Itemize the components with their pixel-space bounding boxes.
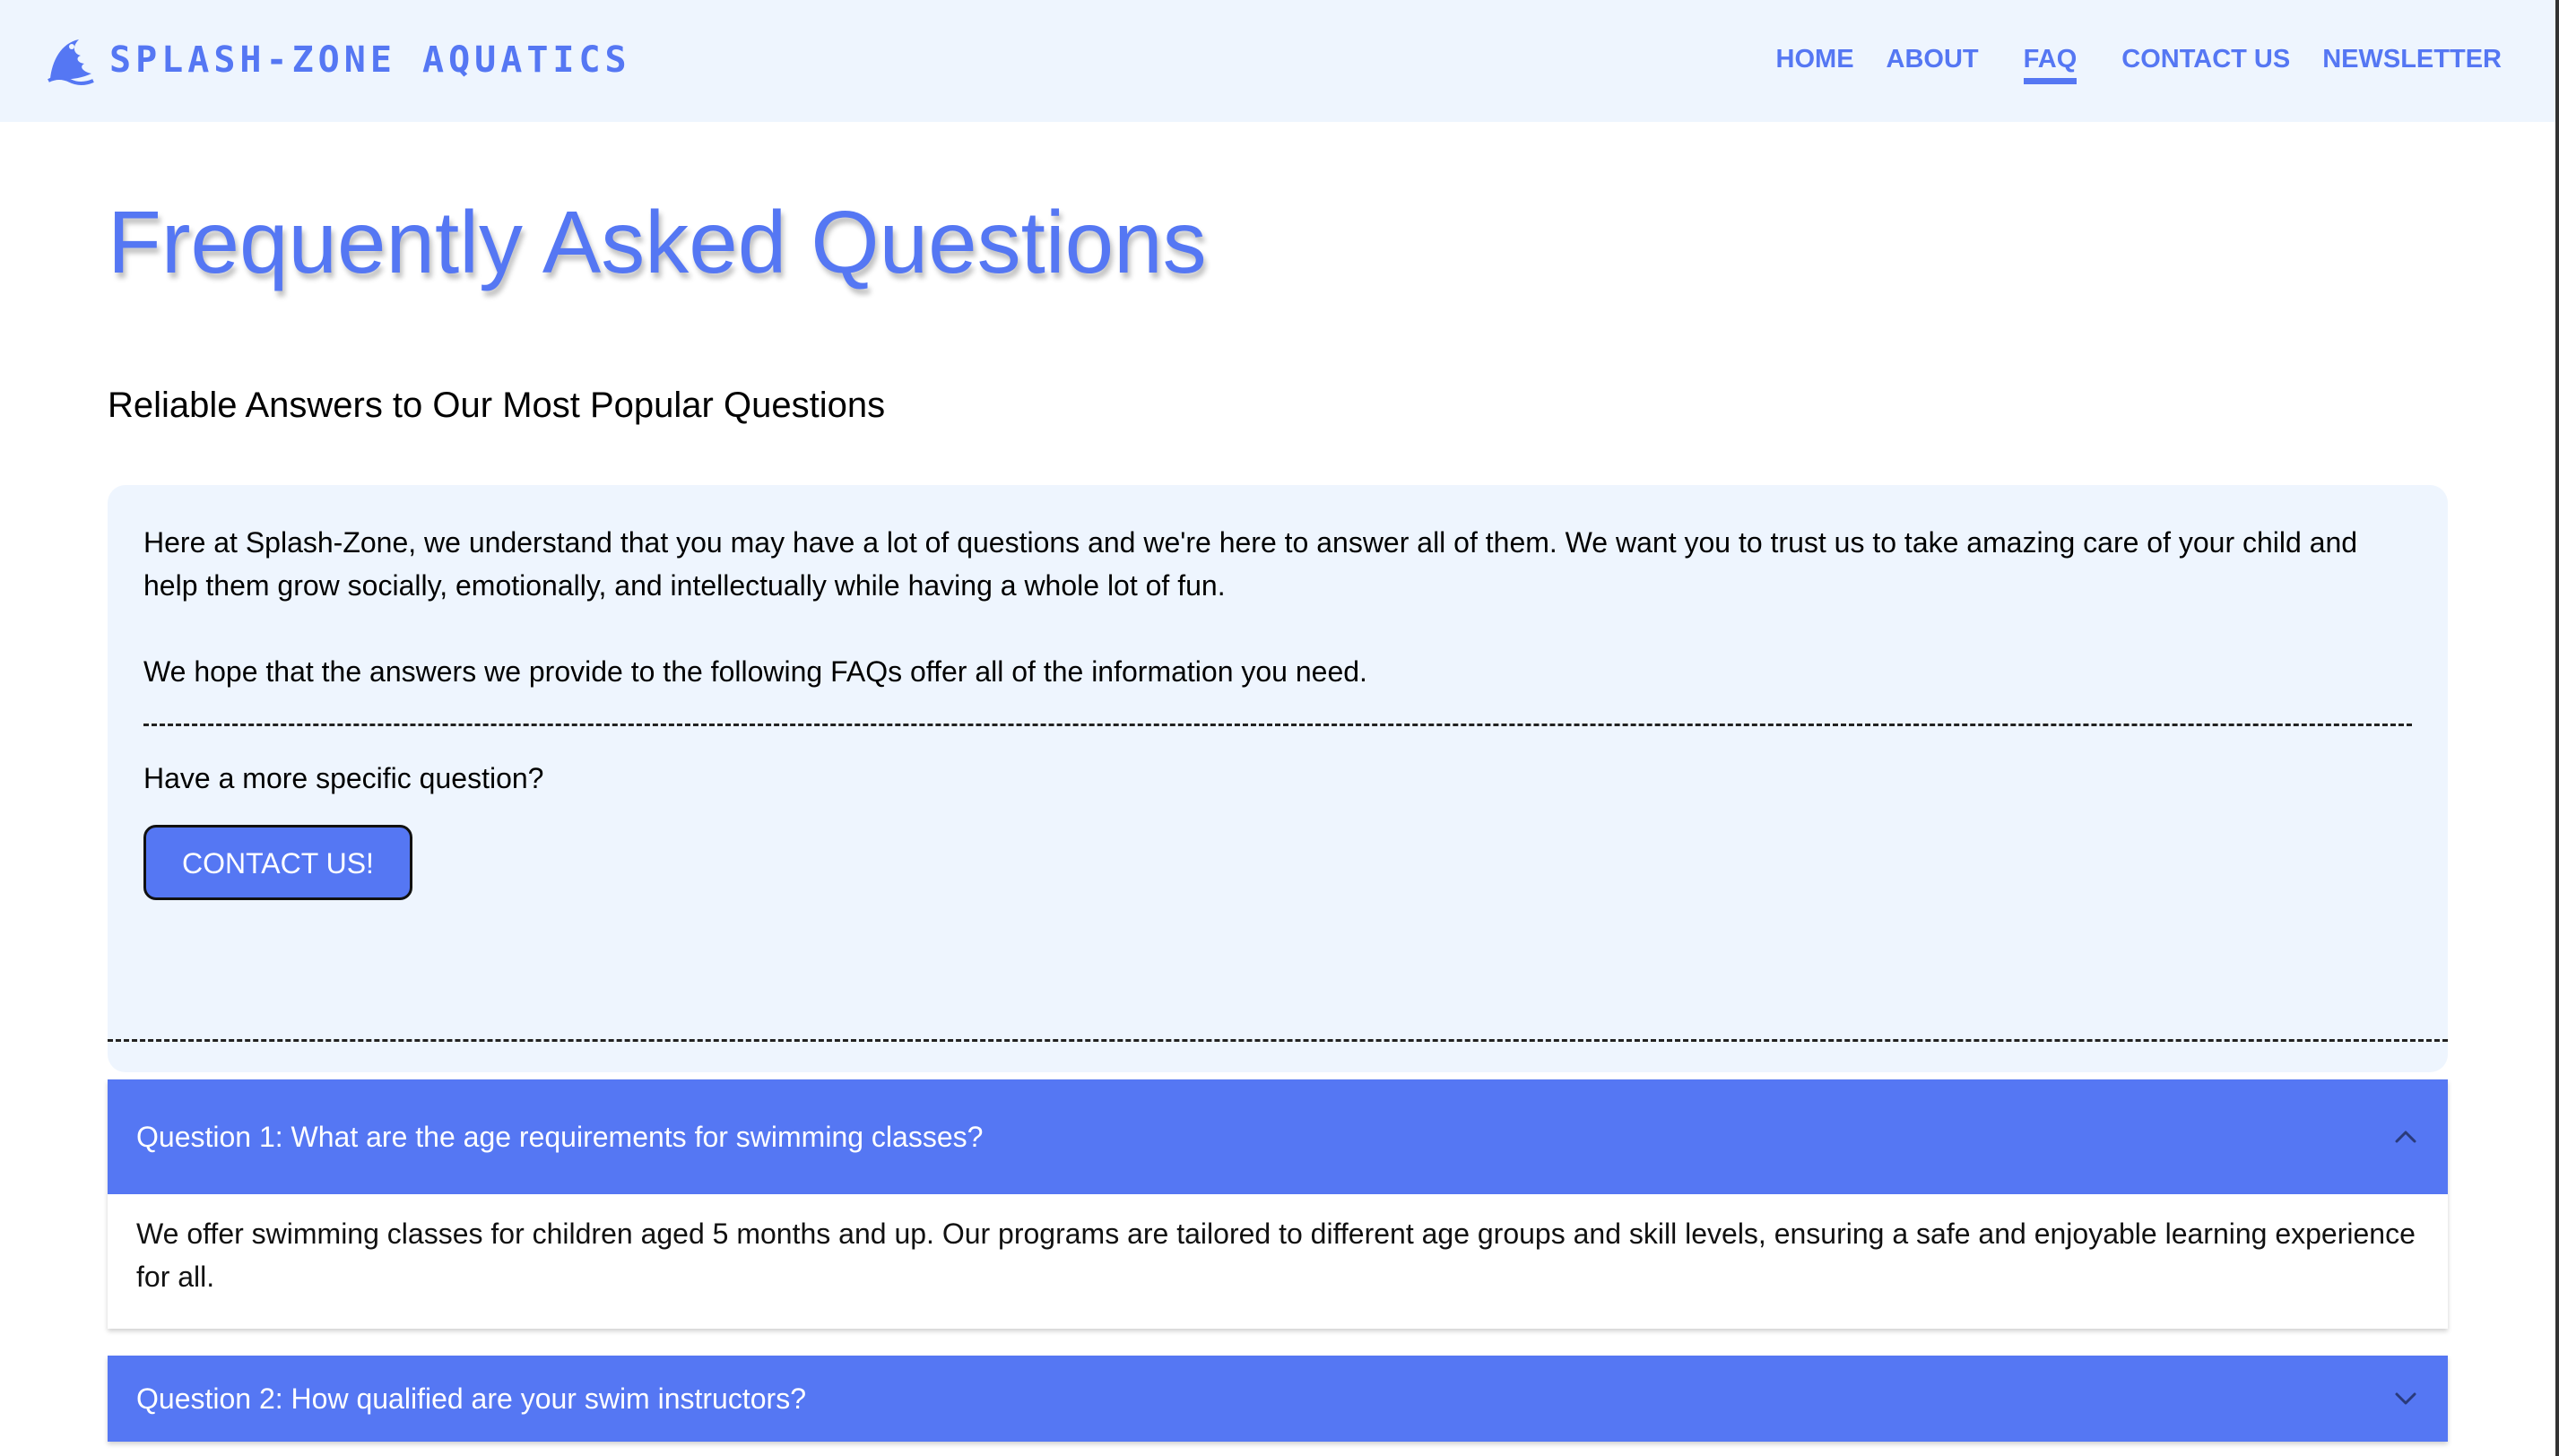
section-divider bbox=[108, 1039, 2448, 1042]
nav-about[interactable]: ABOUT bbox=[1887, 41, 1979, 84]
faq-question: Question 1: What are the age requirement… bbox=[136, 1120, 984, 1153]
main-nav: HOME ABOUT FAQ CONTACT US NEWSLETTER bbox=[1744, 41, 2502, 84]
faq-item: Question 2: How qualified are your swim … bbox=[108, 1356, 2448, 1442]
faq-question: Question 2: How qualified are your swim … bbox=[136, 1382, 806, 1415]
nav-contact-us[interactable]: CONTACT US bbox=[2121, 41, 2290, 84]
contact-us-button[interactable]: CONTACT US! bbox=[143, 825, 412, 900]
nav-faq[interactable]: FAQ bbox=[2023, 41, 2078, 84]
page: SPLASH-ZONE AQUATICS HOME ABOUT FAQ CONT… bbox=[0, 0, 2559, 1456]
site-header: SPLASH-ZONE AQUATICS HOME ABOUT FAQ CONT… bbox=[0, 0, 2555, 122]
faq-question-header[interactable]: Question 1: What are the age requirement… bbox=[108, 1079, 2448, 1194]
page-title: Frequently Asked Questions bbox=[108, 193, 1207, 291]
faq-accordion: Question 1: What are the age requirement… bbox=[108, 1079, 2448, 1456]
nav-newsletter[interactable]: NEWSLETTER bbox=[2322, 41, 2502, 84]
faq-item: Question 1: What are the age requirement… bbox=[108, 1079, 2448, 1329]
intro-paragraph: We hope that the answers we provide to t… bbox=[143, 655, 1367, 688]
scrollbar[interactable] bbox=[2555, 0, 2559, 1456]
intro-card: Here at Splash-Zone, we understand that … bbox=[108, 485, 2448, 1072]
brand[interactable]: SPLASH-ZONE AQUATICS bbox=[45, 34, 631, 86]
divider bbox=[143, 724, 2412, 726]
chevron-up-icon[interactable] bbox=[2392, 1123, 2419, 1150]
brand-name: SPLASH-ZONE AQUATICS bbox=[109, 39, 631, 81]
faq-question-header[interactable]: Question 2: How qualified are your swim … bbox=[108, 1356, 2448, 1442]
question-prompt: Have a more specific question? bbox=[143, 762, 544, 794]
faq-answer: We offer swimming classes for children a… bbox=[136, 1218, 2416, 1293]
nav-home[interactable]: HOME bbox=[1776, 41, 1854, 84]
intro-paragraph: Here at Splash-Zone, we understand that … bbox=[143, 526, 2358, 602]
chevron-down-icon[interactable] bbox=[2392, 1385, 2419, 1412]
page-subtitle: Reliable Answers to Our Most Popular Que… bbox=[108, 386, 886, 425]
swimmer-wave-icon bbox=[45, 34, 97, 86]
